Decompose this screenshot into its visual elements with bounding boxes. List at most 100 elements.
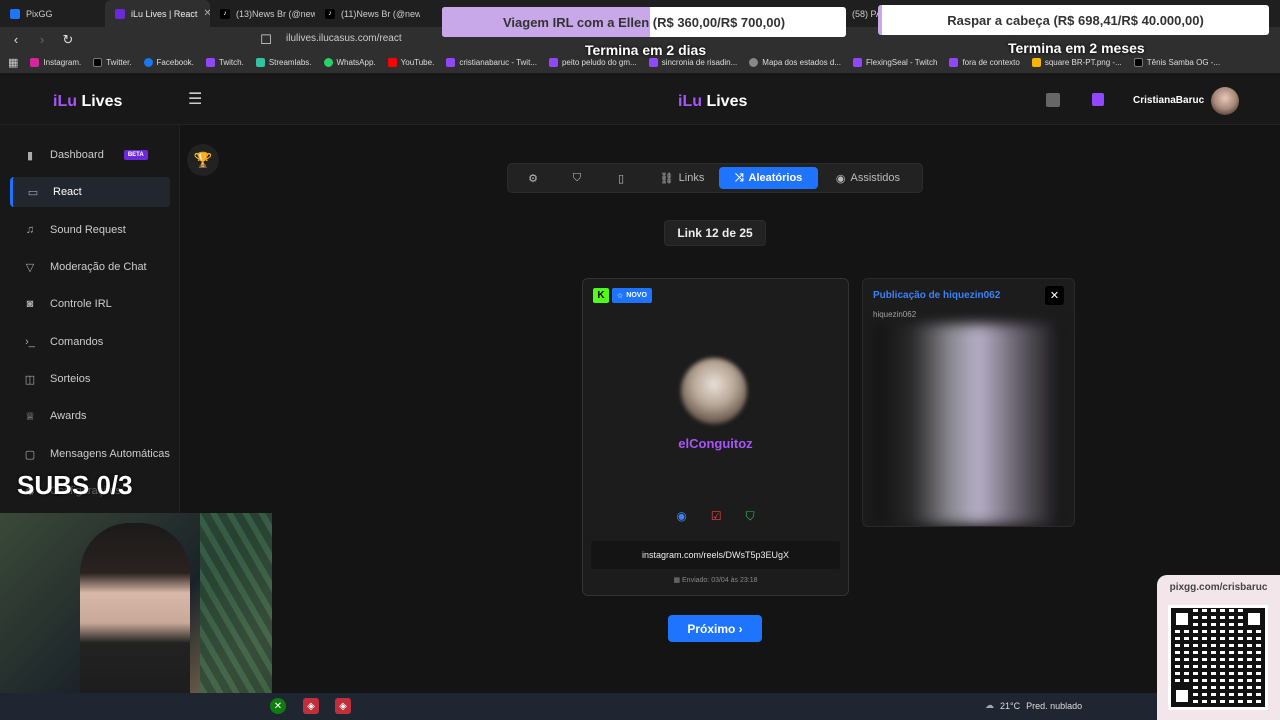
gift-icon: ◫ (24, 373, 36, 386)
bookmark-item[interactable]: Streamlabs. (255, 58, 312, 67)
bookmark-item[interactable]: square BR-PT.png -... (1031, 58, 1122, 67)
bookmark-item[interactable]: YouTube. (387, 58, 434, 67)
bookmark-label: WhatsApp. (336, 58, 376, 67)
sidebar-item-moderacao[interactable]: ▽ Moderação de Chat (10, 252, 170, 282)
eye-icon[interactable]: ◉ (676, 509, 686, 524)
bookmark-item[interactable]: peito peludo do gm... (548, 58, 637, 67)
username[interactable]: CristianaBaruc (1133, 95, 1204, 106)
new-badge: ☆ NOVO (612, 288, 652, 303)
tab-aleatorios[interactable]: ⤨ Aleatórios (719, 167, 818, 189)
tab-tablet[interactable]: ▯ (604, 167, 638, 189)
twitch-icon (205, 58, 215, 67)
sent-date-label: Enviado: 03/04 às 23:18 (682, 577, 758, 584)
bookmark-item[interactable]: Facebook. (143, 58, 194, 67)
forward-icon[interactable]: › (34, 32, 50, 47)
bookmark-label: sincronia de risadin... (661, 58, 738, 67)
bookmark-item[interactable]: cristianabaruc - Twit... (446, 58, 537, 67)
menu-icon[interactable]: ☰ (188, 89, 202, 109)
weather-temp: 21°C (1000, 700, 1021, 711)
sidebar-item-label: Comandos (50, 336, 104, 348)
link-url[interactable]: instagram.com/reels/DWsT5p3EUgX (591, 541, 840, 569)
terminal-icon: ›_ (25, 336, 35, 348)
twitch-icon[interactable] (1092, 93, 1104, 106)
twitter-icon (93, 58, 103, 67)
plant-decoration (200, 513, 272, 720)
twitch-icon (548, 58, 558, 67)
next-button[interactable]: Próximo › (668, 615, 762, 642)
sidebar-item-awards[interactable]: ♕ Awards (10, 401, 170, 431)
tab-links[interactable]: ⛓ Links (650, 167, 714, 189)
sidebar: ▮ Dashboard BETA ▭ React ♫ Sound Request ▽ Mo… (0, 125, 180, 520)
app-icon[interactable]: ◈ (335, 698, 351, 714)
shield-icon[interactable]: ⛉ (746, 509, 755, 524)
sidebar-item-label: Dashboard (50, 149, 104, 161)
bookmark-item[interactable]: Twitter. (93, 58, 132, 67)
browser-tab[interactable]: PixGG (0, 0, 105, 27)
weather-desc: Pred. nublado (1026, 700, 1083, 711)
tab-assistidos[interactable]: ◉ Assistidos (826, 167, 910, 189)
sidebar-item-mensagens[interactable]: ▢ Mensagens Automáticas (10, 439, 170, 469)
tab-shield[interactable]: ⛉ (560, 167, 594, 189)
bookmark-item[interactable]: Tênis Samba OG -... (1133, 58, 1221, 67)
bookmark-label: Streamlabs. (268, 58, 312, 67)
weather-widget[interactable]: ☁ 21°C Pred. nublado (985, 700, 1082, 711)
bookmark-label: Twitch. (218, 58, 244, 67)
bookmark-item[interactable]: fora de contexto (949, 58, 1020, 67)
back-icon[interactable]: ‹ (8, 32, 24, 47)
goal-bar-raspar: Raspar a cabeça (R$ 698,41/R$ 40.000,00) (878, 5, 1269, 35)
sidebar-item-comandos[interactable]: ›_ Comandos (10, 327, 170, 357)
sent-date: ▦ Enviado: 03/04 às 23:18 (583, 576, 848, 584)
close-button[interactable]: ✕ (1045, 286, 1064, 305)
app-icon[interactable]: ◈ (303, 698, 319, 714)
close-icon[interactable]: ✕ (203, 8, 210, 19)
tab-settings[interactable]: ⚙ (516, 167, 550, 189)
browser-tab[interactable]: (58) PA (846, 0, 882, 27)
camera-icon: ◙ (26, 298, 34, 310)
beta-badge: BETA (123, 150, 148, 160)
bookmark-label: Tênis Samba OG -... (1146, 58, 1221, 67)
bookmark-item[interactable]: WhatsApp. (323, 58, 376, 67)
publication-title[interactable]: Publicação de hiquezin062 (873, 290, 1000, 301)
tab-label: iLu Lives | React (131, 8, 198, 19)
sidebar-item-label: Awards (50, 410, 87, 422)
music-icon: ♫ (25, 224, 35, 236)
extension-icon[interactable] (1046, 93, 1060, 107)
browser-tab[interactable]: ♪ (11)News Br (@new (315, 0, 420, 27)
sender-name[interactable]: elConguitoz (583, 436, 848, 451)
bookmark-item[interactable]: Mapa dos estados d... (749, 58, 841, 67)
trophy-button[interactable]: 🏆 (187, 144, 219, 176)
browser-tab-active[interactable]: iLu Lives | React ✕ (105, 0, 210, 27)
header-logo[interactable]: iLu Lives (678, 93, 747, 111)
goal-subtitle: Termina em 2 meses (1008, 40, 1145, 56)
twitch-icon (949, 58, 959, 67)
tiktok-icon: ♪ (325, 8, 335, 19)
qr-corner (1171, 685, 1193, 707)
bookmark-item[interactable]: Twitch. (205, 58, 244, 67)
sidebar-logo[interactable]: iLu Lives (53, 93, 122, 111)
streamer-figure (80, 523, 190, 720)
url-field[interactable]: ilulives.ilucasus.com/react (286, 33, 402, 44)
reload-icon[interactable]: ↻ (60, 32, 76, 48)
tiktok-icon: ♪ (220, 8, 230, 19)
sidebar-item-sound-request[interactable]: ♫ Sound Request (10, 215, 170, 245)
sidebar-item-dashboard[interactable]: ▮ Dashboard BETA (10, 140, 170, 170)
bookmark-item[interactable]: FlexingSeal - Twitch (853, 58, 937, 67)
sidebar-item-react[interactable]: ▭ React (10, 177, 170, 207)
apps-icon[interactable]: ▦ (8, 56, 18, 69)
sidebar-item-controle-irl[interactable]: ◙ Controle IRL (10, 289, 170, 319)
publication-image[interactable] (875, 324, 1063, 524)
tablet-icon: ▯ (617, 172, 625, 185)
avatar[interactable] (1211, 87, 1239, 115)
sidebar-item-label: Sound Request (50, 224, 126, 236)
sidebar-item-sorteios[interactable]: ◫ Sorteios (10, 364, 170, 394)
check-square-icon[interactable]: ☑ (711, 509, 722, 524)
bookmark-icon[interactable]: ☐ (258, 32, 274, 48)
globe-icon (749, 58, 759, 67)
bookmark-label: fora de contexto (962, 58, 1020, 67)
goal-bar-viagem: Viagem IRL com a Ellen (R$ 360,00/R$ 700… (442, 7, 846, 37)
qr-code (1168, 605, 1268, 710)
browser-tab[interactable]: ♪ (13)News Br (@new (210, 0, 315, 27)
bookmark-item[interactable]: Instagram. (30, 58, 81, 67)
bookmark-item[interactable]: sincronia de risadin... (648, 58, 738, 67)
xbox-icon[interactable]: ✕ (270, 698, 286, 714)
